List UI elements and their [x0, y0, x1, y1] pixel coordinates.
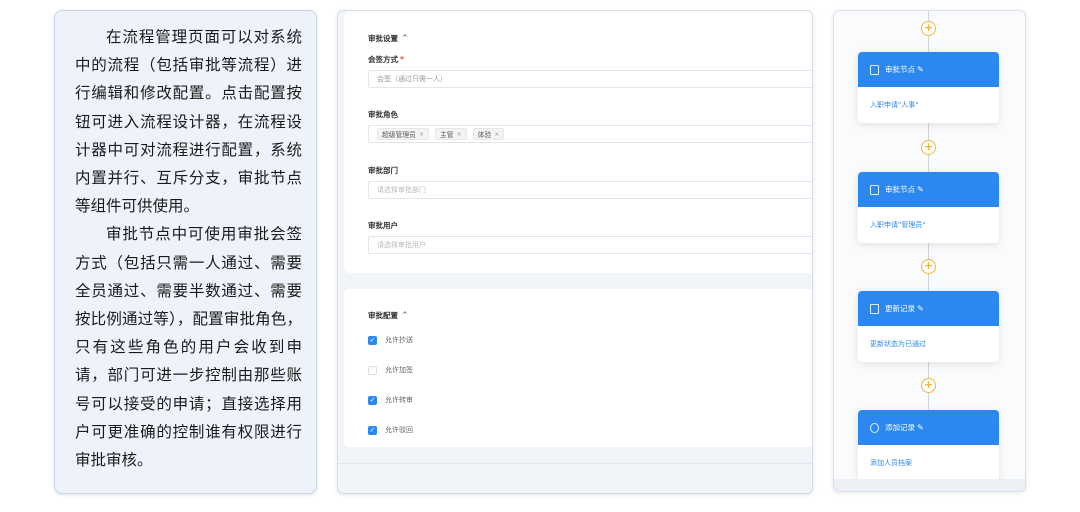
add-record-icon [870, 422, 879, 433]
add-node-button[interactable]: + [921, 378, 936, 393]
countersign-value: 会签（通过只需一人） [377, 75, 447, 83]
close-icon[interactable]: × [457, 131, 462, 138]
node-header: 更新记录 ✎ [858, 291, 999, 326]
option-allow-cc[interactable]: ✓ 允许抄送 [368, 334, 812, 346]
flow-node[interactable]: 添加记录 ✎ 添加人员档案 [858, 410, 999, 481]
add-node-button[interactable]: + [921, 140, 936, 155]
countersign-label: 会签方式 * [368, 55, 404, 64]
flow-node[interactable]: 审批节点 ✎ 入职申请"管理员" [858, 172, 999, 243]
roles-select[interactable]: 超级管理员 × 主管 × 体验 × [368, 125, 812, 143]
roles-label: 审批角色 [368, 110, 398, 119]
edit-icon[interactable]: ✎ [917, 65, 924, 74]
checkbox-icon[interactable] [368, 365, 377, 375]
node-header: 审批节点 ✎ [858, 52, 999, 87]
edit-icon[interactable]: ✎ [917, 304, 924, 313]
flow-node[interactable]: 审批节点 ✎ 入职申请"人事" [858, 52, 999, 123]
approval-config-title: 审批配置 [368, 310, 398, 320]
description-paragraph-1: 在流程管理页面可以对系统中的流程（包括审批等流程）进行编辑和修改配置。点击配置按… [75, 28, 302, 216]
add-node-button[interactable]: + [921, 21, 936, 36]
option-allow-add-sign[interactable]: 允许加签 [368, 364, 812, 376]
approval-settings-title: 审批设置 [368, 33, 398, 43]
role-tag: 体验 × [472, 128, 505, 140]
document-icon [870, 64, 879, 75]
node-content: 更新状态为已通过 [870, 340, 926, 348]
user-placeholder: 请选择审批用户 [377, 241, 426, 249]
node-title: 添加记录 [885, 423, 915, 432]
check-icon[interactable]: ✓ [368, 425, 377, 435]
required-mark: * [400, 55, 404, 64]
check-icon[interactable]: ✓ [368, 335, 377, 345]
approval-config-header[interactable]: 审批配置 ^ [368, 309, 812, 321]
department-placeholder: 请选择审批部门 [377, 186, 426, 194]
add-node-button[interactable]: + [921, 259, 936, 274]
node-header: 添加记录 ✎ [858, 410, 999, 445]
node-content: 入职申请"人事" [870, 101, 919, 109]
option-allow-reject[interactable]: ✓ 允许驳回 [368, 424, 812, 436]
option-allow-transfer[interactable]: ✓ 允许转审 [368, 394, 812, 406]
chevron-up-icon[interactable]: ^ [402, 34, 408, 42]
department-label: 审批部门 [368, 166, 398, 175]
approval-config-card: 审批配置 ^ ✓ 允许抄送 允许加签 ✓ 允许转审 ✓ 允许驳回 [344, 289, 812, 447]
close-icon[interactable]: × [494, 131, 499, 138]
edit-document-icon [870, 303, 879, 314]
user-select[interactable]: 请选择审批用户 [368, 236, 812, 254]
node-title: 审批节点 [885, 65, 915, 74]
approval-settings-header[interactable]: 审批设置 ^ [368, 32, 812, 44]
role-tag: 超级管理员 × [377, 128, 430, 140]
edit-icon[interactable]: ✎ [917, 423, 924, 432]
node-content: 添加人员档案 [870, 459, 912, 467]
role-tag: 主管 × [435, 128, 467, 140]
user-label: 审批用户 [368, 221, 398, 230]
document-icon [870, 184, 879, 195]
chevron-up-icon[interactable]: ^ [402, 311, 408, 319]
check-icon[interactable]: ✓ [368, 395, 377, 405]
department-select[interactable]: 请选择审批部门 [368, 181, 812, 199]
close-icon[interactable]: × [419, 131, 424, 138]
node-header: 审批节点 ✎ [858, 172, 999, 207]
node-title: 更新记录 [885, 304, 915, 313]
countersign-select[interactable]: 会签（通过只需一人） [368, 70, 812, 88]
node-title: 审批节点 [885, 185, 915, 194]
node-content: 入职申请"管理员" [870, 221, 926, 229]
approval-settings-card: 审批设置 ^ 会签方式 * 会签（通过只需一人） 审批角色 超级管理员 × 主管 × … [344, 11, 812, 273]
edit-icon[interactable]: ✎ [917, 185, 924, 194]
flow-designer-panel: + 审批节点 ✎ 入职申请"人事" + 审批节点 ✎ 入职申请"管理员" + 更… [833, 10, 1026, 492]
approval-form-panel: 审批设置 ^ 会签方式 * 会签（通过只需一人） 审批角色 超级管理员 × 主管 × … [337, 10, 813, 494]
form-footer-divider [338, 463, 812, 464]
flow-node[interactable]: 更新记录 ✎ 更新状态为已通过 [858, 291, 999, 362]
description-panel: 在流程管理页面可以对系统中的流程（包括审批等流程）进行编辑和修改配置。点击配置按… [54, 10, 317, 494]
flow-footer [834, 479, 1025, 491]
description-paragraph-2: 审批节点中可使用审批会签方式（包括只需一人通过、需要全员通过、需要半数通过、需要… [75, 225, 302, 470]
